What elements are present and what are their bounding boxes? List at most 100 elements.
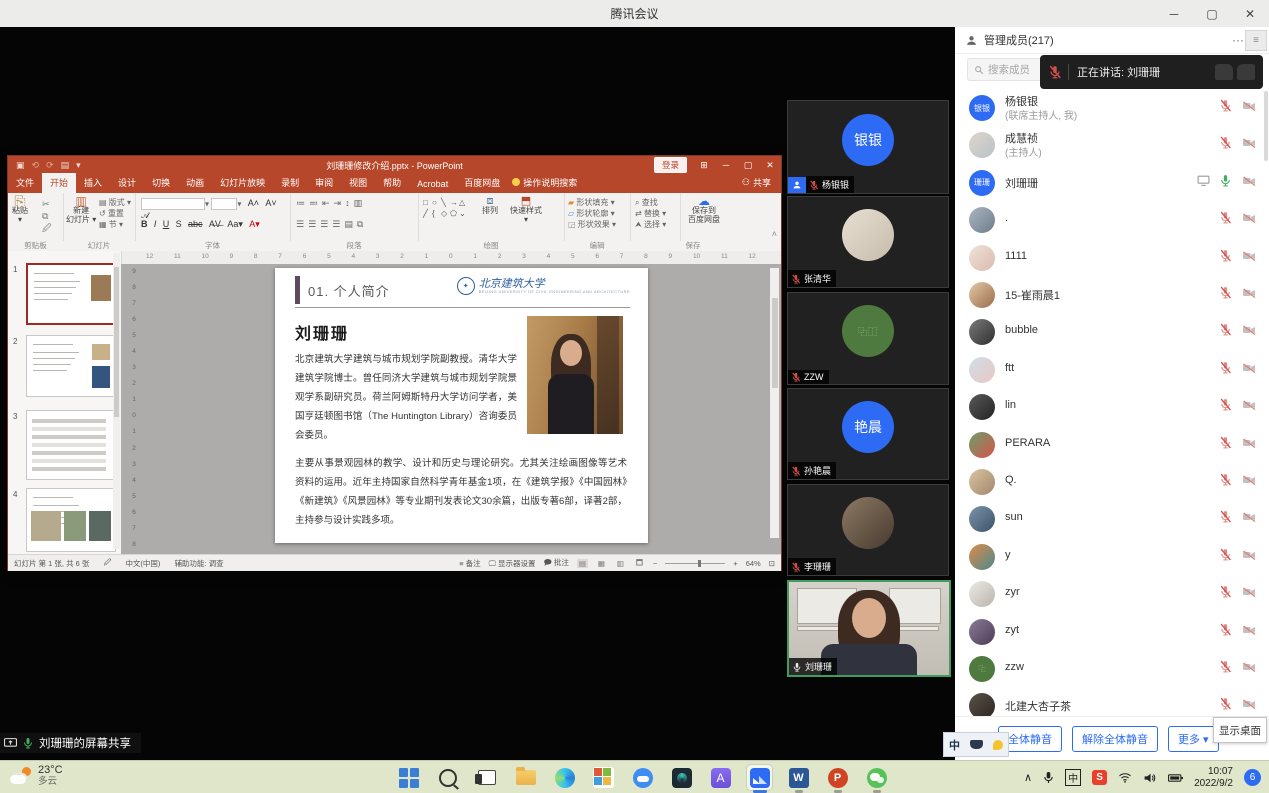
gesture-icon-2[interactable] (1237, 64, 1255, 80)
ppt-close-icon[interactable]: ✕ (759, 156, 781, 174)
ppt-tab-3[interactable]: 设计 (110, 173, 144, 193)
undo-icon[interactable]: ⟲ (32, 160, 40, 171)
minimize-icon[interactable]: ─ (1155, 0, 1193, 27)
gesture-icon-1[interactable] (1215, 64, 1233, 80)
slide-thumbnail-4[interactable] (26, 488, 116, 552)
select-button[interactable]: ⮝ 选择 ▾ (635, 219, 666, 230)
shape-l-icon[interactable]: ╱ (423, 209, 432, 219)
camera-status-icon[interactable] (1241, 99, 1257, 117)
ppt-tab-12[interactable]: 百度网盘 (456, 173, 508, 193)
camera-status-icon[interactable] (1241, 323, 1257, 341)
ppt-restore-icon[interactable]: ▢ (737, 156, 759, 174)
shape-tri-icon[interactable]: △ (459, 198, 468, 208)
ime-mode-indicator[interactable]: 中 (949, 737, 960, 753)
bullets-icon[interactable]: ≔ (296, 198, 309, 208)
tray-expand-icon[interactable]: ∧ (1024, 771, 1032, 784)
mic-status-icon[interactable] (1219, 623, 1232, 641)
qat-caret-icon[interactable]: ▾ (76, 160, 81, 171)
tray-ime-icon[interactable]: 中 (1065, 769, 1081, 786)
ppt-tab-6[interactable]: 幻灯片放映 (212, 173, 273, 193)
member-row-杨银银[interactable]: 银银杨银银(联席主持人, 我) (955, 89, 1269, 126)
language-status[interactable]: 中文(中国) (125, 558, 160, 569)
camera-status-icon[interactable] (1241, 473, 1257, 491)
ppt-tab-4[interactable]: 切换 (144, 173, 178, 193)
ppt-tab-10[interactable]: 帮助 (375, 173, 409, 193)
ribbon-display-icon[interactable]: ⊞ (693, 156, 715, 174)
shape-outline-button[interactable]: ▱ 形状轮廓 ▾ (568, 208, 616, 219)
reset-button[interactable]: ↺ 重置 (99, 208, 131, 219)
mic-status-icon[interactable] (1219, 286, 1232, 304)
shape-fill-button[interactable]: ▰ 形状填充 ▾ (568, 197, 616, 208)
member-row-15-崔雨晨1[interactable]: 15-崔雨晨1 (955, 276, 1269, 313)
search-hint[interactable]: 操作说明搜索 (508, 173, 585, 193)
camera-status-icon[interactable] (1241, 361, 1257, 379)
member-row-zyt[interactable]: zyt (955, 613, 1269, 650)
normal-view-icon[interactable]: ▤ (577, 559, 588, 568)
member-row-y[interactable]: y (955, 538, 1269, 575)
replace-button[interactable]: ⇄ 替换 ▾ (635, 208, 666, 219)
ppt-tab-1[interactable]: 开始 (42, 173, 76, 193)
member-row-刘珊珊[interactable]: 珊珊刘珊珊 (955, 164, 1269, 201)
ppt-minimize-icon[interactable]: ─ (715, 156, 737, 174)
sogou-icon[interactable]: S (1092, 770, 1107, 785)
paste-button[interactable]: ⎘粘贴▾ (12, 197, 28, 224)
mic-status-icon[interactable] (1219, 211, 1232, 229)
member-row-1111[interactable]: 1111 (955, 239, 1269, 276)
mic-status-icon[interactable] (1219, 697, 1232, 715)
video-tile-杨银银[interactable]: 银银杨银银 (787, 100, 949, 194)
member-row-zzw[interactable]: ⿻zzw (955, 650, 1269, 687)
ppt-tab-7[interactable]: 录制 (273, 173, 307, 193)
wechat-icon[interactable] (864, 765, 889, 790)
member-row-bubble[interactable]: bubble (955, 313, 1269, 350)
notification-badge[interactable]: 6 (1244, 769, 1261, 786)
baidu-save-button[interactable]: ☁ 保存到 百度网盘 (688, 197, 720, 224)
camera-status-icon[interactable] (1241, 174, 1257, 192)
accessibility-status[interactable]: 辅助功能: 调查 (174, 558, 223, 569)
mic-status-icon[interactable] (1219, 436, 1232, 454)
slideshow-icon[interactable]: ▤ (61, 160, 70, 171)
maximize-icon[interactable]: ▢ (1193, 0, 1231, 27)
tencent-meeting-icon[interactable] (747, 765, 772, 790)
mic-status-icon[interactable] (1219, 99, 1232, 117)
video-tile-ZZW[interactable]: ⿻⿰ZZW (787, 292, 949, 385)
tray-clock[interactable]: 10:07 2022/9/2 (1194, 766, 1233, 789)
taskbar-weather-widget[interactable]: 23°C 多云 (10, 764, 63, 787)
video-tile-孙艳晨[interactable]: 艳晨孙艳晨 (787, 388, 949, 480)
panel-collapse-button[interactable]: ≡ (1245, 30, 1267, 51)
mic-status-icon[interactable] (1219, 473, 1232, 491)
mic-status-icon[interactable] (1219, 136, 1232, 154)
task-view-icon[interactable] (474, 765, 499, 790)
grow-font-icon[interactable]: A˄ (248, 198, 259, 208)
ppt-tab-5[interactable]: 动画 (178, 173, 212, 193)
slide-thumbnail-3[interactable] (26, 410, 116, 480)
wifi-icon[interactable] (1118, 772, 1132, 783)
ppt-tab-8[interactable]: 审阅 (307, 173, 341, 193)
smartart-icon[interactable]: ⧉ (357, 219, 367, 229)
columns-icon[interactable]: ▥ (354, 198, 367, 208)
mic-status-icon[interactable] (1219, 510, 1232, 528)
notes-button[interactable]: ≡ 备注 (459, 558, 480, 569)
panel-more-icon[interactable]: ··· (1232, 33, 1244, 47)
cut-icon[interactable]: ✂ (42, 198, 52, 210)
slideshow-view-icon[interactable]: 🗖 (634, 557, 645, 570)
align-center-icon[interactable]: ☰ (308, 219, 320, 229)
camera-status-icon[interactable] (1241, 286, 1257, 304)
new-slide-button[interactable]: ▥ 新建 幻灯片 ▾ (66, 197, 96, 224)
line-spacing-icon[interactable]: ↕ (345, 198, 354, 208)
numbering-icon[interactable]: ≕ (309, 198, 322, 208)
purple-app-icon[interactable]: A (708, 765, 733, 790)
video-tile-张清华[interactable]: 张清华 (787, 196, 949, 288)
display-settings-button[interactable]: 🖵 显示器设置 (489, 558, 536, 569)
indent-icons[interactable]: ⇤⇥ (322, 198, 345, 208)
comments-button[interactable]: 🗩 批注 (543, 557, 568, 570)
file-explorer-icon[interactable] (513, 765, 538, 790)
slide-canvas[interactable]: 01. 个人简介 ✦ 北京建筑大学 BEIJING UNIVERSITY OF … (275, 268, 648, 543)
edge-icon[interactable] (552, 765, 577, 790)
strikethrough-button[interactable]: abc (188, 219, 203, 229)
save-icon[interactable]: ▣ (16, 160, 25, 171)
video-tile-李珊珊[interactable]: 李珊珊 (787, 484, 949, 576)
reading-view-icon[interactable]: ▥ (615, 559, 626, 568)
mic-status-icon[interactable] (1219, 323, 1232, 341)
shrink-font-icon[interactable]: A˅ (265, 198, 276, 208)
layout-button[interactable]: ▤ 版式 ▾ (99, 197, 131, 208)
